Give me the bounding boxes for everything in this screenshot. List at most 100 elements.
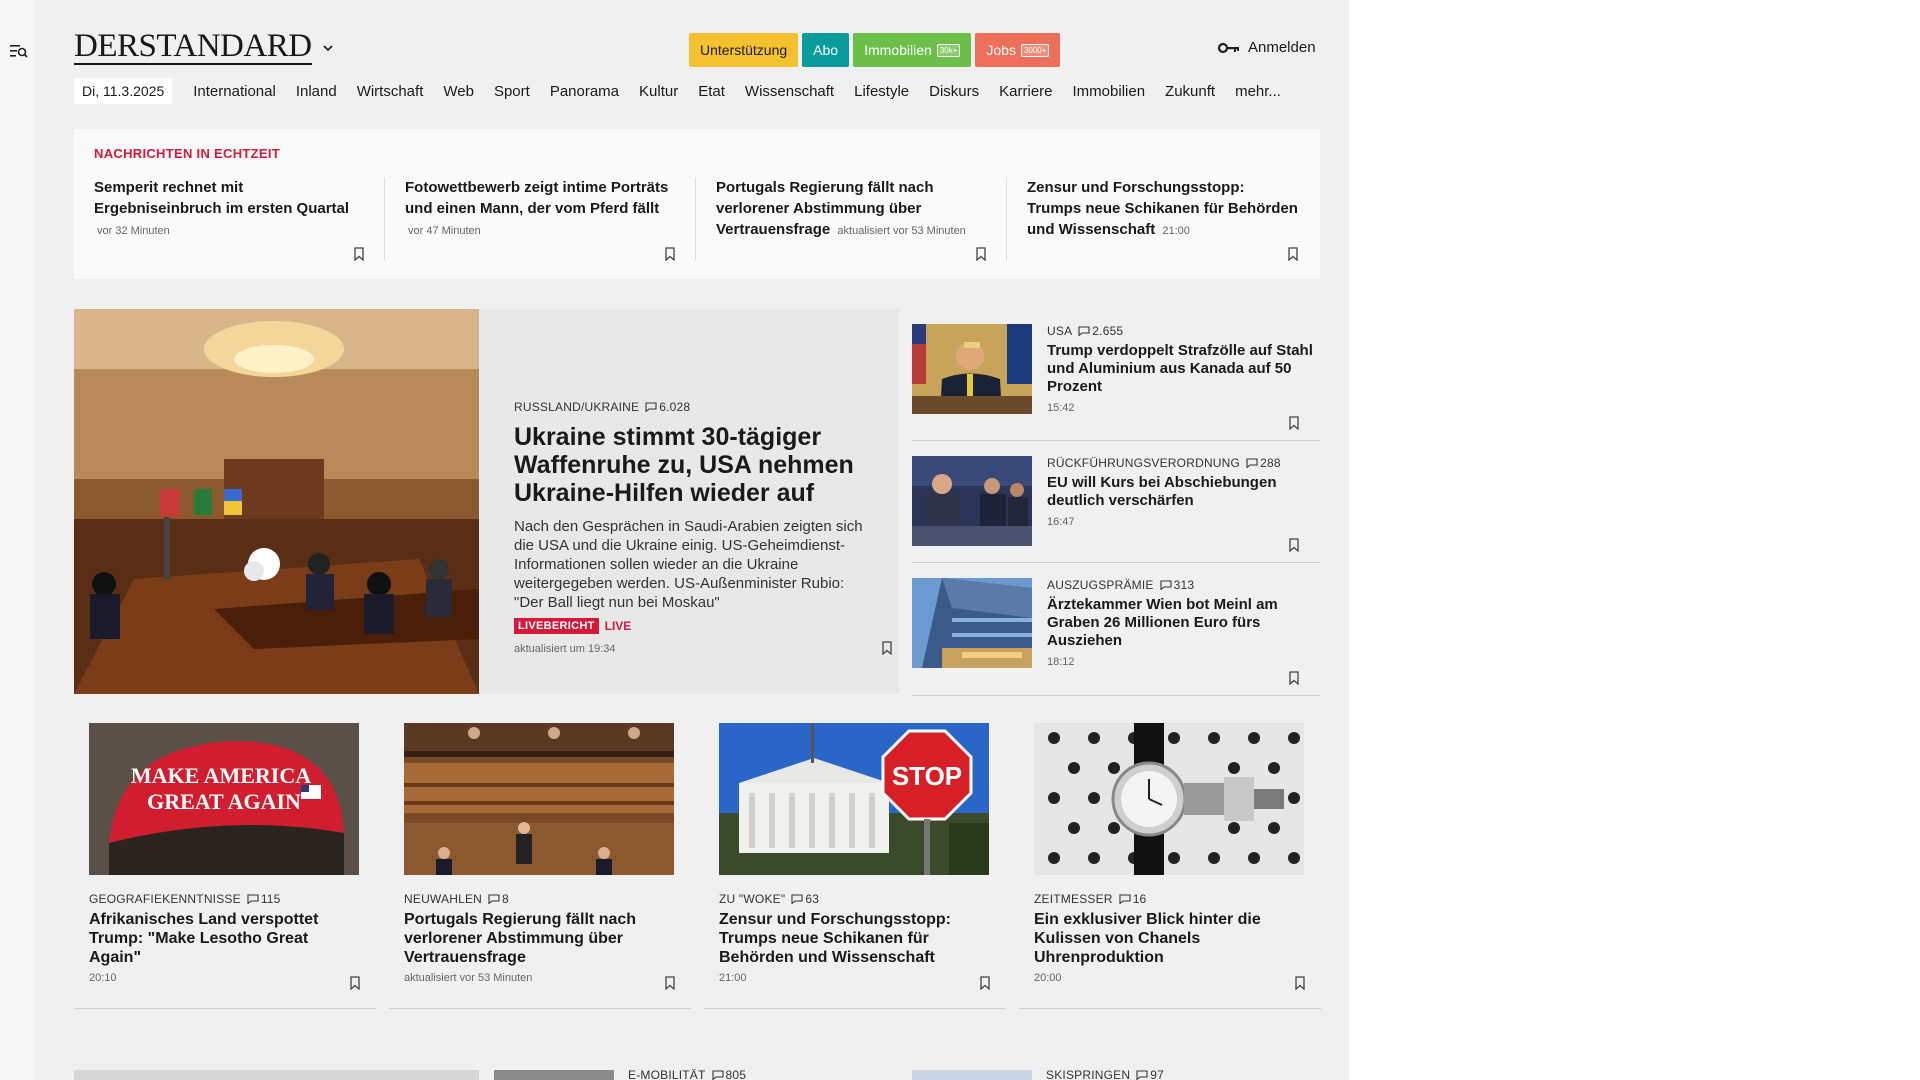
grid-article[interactable]: ZEITMESSER 16 Ein exklusiver Blick hinte…: [1019, 723, 1321, 1009]
current-date: Di, 11.3.2025: [74, 78, 173, 104]
grid-kicker-label: ZEITMESSER: [1034, 892, 1113, 906]
side-headline[interactable]: Trump verdoppelt Strafzölle auf Stahl un…: [1047, 342, 1320, 396]
bookmark-icon[interactable]: [349, 976, 361, 990]
nav-wirtschaft[interactable]: Wirtschaft: [357, 83, 424, 100]
bookmark-icon[interactable]: [664, 247, 676, 261]
chanel-watch-image[interactable]: [1034, 723, 1304, 875]
next-image-placeholder[interactable]: [494, 1070, 614, 1080]
menu-search-icon[interactable]: [9, 42, 29, 60]
nav-diskurs[interactable]: Diskurs: [929, 83, 979, 100]
comment-count-value: 97: [1150, 1068, 1164, 1080]
ticker-item[interactable]: Zensur und Forschungsstopp: Trumps neue …: [1007, 177, 1318, 261]
nav-karriere[interactable]: Karriere: [999, 83, 1052, 100]
livebericht-badge: LIVEBERICHT: [514, 618, 599, 634]
ticker-item[interactable]: Fotowettbewerb zeigt intime Porträts und…: [385, 177, 696, 261]
immobilien-button[interactable]: Immobilien 30k+: [853, 33, 972, 67]
hero-kicker-label: RUSSLAND/UKRAINE: [514, 400, 640, 414]
white-house-stop-image[interactable]: STOP: [719, 723, 989, 875]
ticker-item[interactable]: Portugals Regierung fällt nach verlorene…: [696, 177, 1007, 261]
side-headline[interactable]: EU will Kurs bei Abschiebungen deutlich …: [1047, 474, 1320, 510]
comment-count[interactable]: 63: [791, 892, 819, 906]
nav-zukunft[interactable]: Zukunft: [1165, 83, 1215, 100]
main-column: DERSTANDARD Unterstützung Abo Immobilien…: [34, 0, 1349, 1080]
hero-article[interactable]: RUSSLAND/UKRAINE 6.028 Ukraine stimmt 30…: [74, 309, 899, 694]
side-article[interactable]: AUSZUGSPRÄMIE 313 Ärztekammer Wien bot M…: [912, 563, 1320, 696]
bookmark-icon[interactable]: [1288, 416, 1300, 430]
nav-inland[interactable]: Inland: [296, 83, 337, 100]
comment-count[interactable]: 288: [1246, 456, 1281, 470]
vienna-building-image[interactable]: [912, 578, 1032, 668]
bookmark-icon[interactable]: [1288, 671, 1300, 685]
hero-headline[interactable]: Ukraine stimmt 30-tägiger Waffenruhe zu,…: [514, 423, 874, 507]
immobilien-label: Immobilien: [864, 42, 932, 58]
ticker-item-time: vor 32 Minuten: [97, 225, 170, 237]
nav-international[interactable]: International: [193, 83, 276, 100]
comment-count[interactable]: 115: [247, 892, 281, 906]
nav-lifestyle[interactable]: Lifestyle: [854, 83, 909, 100]
comment-count[interactable]: 6.028: [645, 400, 690, 414]
jobs-button[interactable]: Jobs 3000+: [975, 33, 1061, 67]
grid-article-text: NEUWAHLEN 8 Portugals Regierung fällt na…: [404, 892, 679, 984]
side-article[interactable]: RÜCKFÜHRUNGSVERORDNUNG 288 EU will Kurs …: [912, 441, 1320, 563]
bookmark-icon[interactable]: [1294, 976, 1306, 990]
grid-headline[interactable]: Afrikanisches Land verspottet Trump: "Ma…: [89, 910, 364, 967]
login-button[interactable]: Anmelden: [1218, 39, 1316, 56]
ticker-item-time: 21:00: [1162, 225, 1190, 237]
ticker-item[interactable]: Semperit rechnet mit Ergebniseinbruch im…: [74, 177, 385, 261]
grid-headline[interactable]: Portugals Regierung fällt nach verlorene…: [404, 910, 679, 967]
bookmark-icon[interactable]: [975, 247, 987, 261]
maga-cap-image[interactable]: MAKE AMERICA GREAT AGAIN: [89, 723, 359, 875]
comment-count[interactable]: 2.655: [1078, 324, 1123, 338]
grid-article[interactable]: MAKE AMERICA GREAT AGAIN GEOGRAFIEKENNTN…: [74, 723, 376, 1009]
hero-image-meeting-room[interactable]: [74, 309, 479, 694]
comment-count[interactable]: 97: [1136, 1068, 1164, 1080]
comment-count-value: 63: [805, 892, 820, 906]
cap-text-line-1: MAKE AMERICA: [131, 763, 311, 788]
comment-count-value: 115: [260, 892, 281, 906]
bookmark-icon[interactable]: [353, 247, 365, 261]
support-button[interactable]: Unterstützung: [689, 33, 799, 67]
main-nav: Di, 11.3.2025 International Inland Wirts…: [74, 77, 1291, 105]
nav-immobilien[interactable]: Immobilien: [1073, 83, 1146, 100]
header-buttons: Unterstützung Abo Immobilien 30k+ Jobs 300…: [689, 33, 1061, 67]
nav-kultur[interactable]: Kultur: [639, 83, 678, 100]
comment-count[interactable]: 805: [711, 1068, 747, 1080]
comment-count[interactable]: 8: [488, 892, 509, 906]
grid-kicker: ZEITMESSER 16: [1034, 892, 1309, 906]
nav-panorama[interactable]: Panorama: [550, 83, 619, 100]
next-kicker-label: SKISPRINGEN: [1046, 1068, 1131, 1080]
comment-count[interactable]: 313: [1160, 578, 1195, 592]
eu-parliament-image[interactable]: [912, 456, 1032, 546]
ticker-title-text: Semperit rechnet mit Ergebniseinbruch im…: [94, 179, 350, 217]
side-article-text: AUSZUGSPRÄMIE 313 Ärztekammer Wien bot M…: [1047, 578, 1320, 695]
nav-wissenschaft[interactable]: Wissenschaft: [745, 83, 834, 100]
grid-article[interactable]: STOP ZU "WOKE" 63 Zensur und Forschungss…: [704, 723, 1006, 1009]
grid-article[interactable]: NEUWAHLEN 8 Portugals Regierung fällt na…: [389, 723, 691, 1009]
side-headline[interactable]: Ärztekammer Wien bot Meinl am Graben 26 …: [1047, 596, 1320, 650]
abo-button[interactable]: Abo: [802, 33, 850, 67]
trump-press-image[interactable]: [912, 324, 1032, 414]
jobs-badge: 3000+: [1020, 43, 1050, 57]
nav-web[interactable]: Web: [443, 83, 474, 100]
next-image-placeholder[interactable]: [74, 1070, 479, 1080]
ticker-item-time: vor 47 Minuten: [408, 225, 481, 237]
comment-icon: [645, 402, 657, 412]
side-article[interactable]: USA 2.655 Trump verdoppelt Strafzölle au…: [912, 309, 1320, 441]
grid-headline[interactable]: Ein exklusiver Blick hinter die Kulissen…: [1034, 910, 1309, 967]
bookmark-icon[interactable]: [881, 641, 893, 655]
logo-link[interactable]: DERSTANDARD: [74, 30, 334, 65]
bookmark-icon[interactable]: [979, 976, 991, 990]
next-image-placeholder[interactable]: [912, 1070, 1032, 1080]
portugal-parliament-image[interactable]: [404, 723, 674, 875]
bookmark-icon[interactable]: [664, 976, 676, 990]
grid-headline[interactable]: Zensur und Forschungsstopp: Trumps neue …: [719, 910, 994, 967]
comment-count[interactable]: 16: [1119, 892, 1147, 906]
bookmark-icon[interactable]: [1288, 538, 1300, 552]
grid-timestamp: 20:00: [1034, 972, 1062, 984]
nav-more[interactable]: mehr...: [1235, 83, 1281, 100]
bookmark-icon[interactable]: [1287, 247, 1299, 261]
nav-etat[interactable]: Etat: [698, 83, 725, 100]
chevron-down-icon[interactable]: [322, 42, 334, 54]
nav-sport[interactable]: Sport: [494, 83, 530, 100]
stop-sign-text: STOP: [892, 761, 962, 791]
